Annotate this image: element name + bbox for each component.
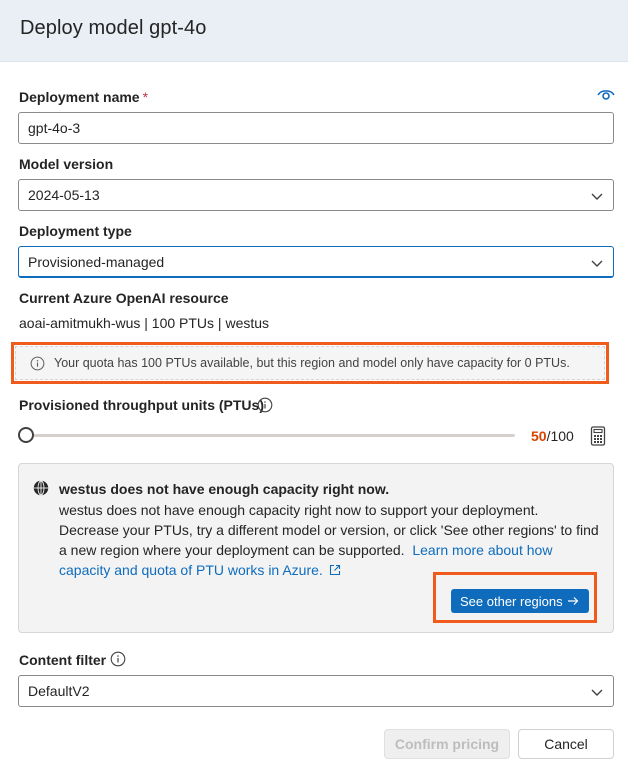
ptu-label: Provisioned throughput units (PTUs) (19, 397, 264, 413)
deployment-name-label: Deployment name * (19, 89, 148, 105)
external-link-icon[interactable] (329, 564, 341, 576)
cancel-button[interactable]: Cancel (518, 729, 614, 759)
chevron-down-icon (591, 260, 603, 267)
deployment-name-input[interactable]: gpt-4o-3 (18, 112, 614, 144)
deployment-type-label: Deployment type (19, 223, 132, 239)
see-regions-highlight-outline (433, 572, 597, 623)
globe-icon (33, 480, 49, 496)
deployment-type-select[interactable]: Provisioned-managed (18, 246, 614, 278)
info-icon[interactable] (257, 397, 273, 413)
confirm-pricing-button[interactable]: Confirm pricing (384, 729, 510, 759)
model-version-value: 2024-05-13 (28, 187, 100, 203)
content-filter-select[interactable]: DefaultV2 (18, 675, 614, 707)
ptu-slider-track[interactable] (26, 434, 515, 437)
capacity-warning-title: westus does not have enough capacity rig… (59, 481, 390, 497)
content-filter-value: DefaultV2 (28, 683, 90, 699)
model-version-select[interactable]: 2024-05-13 (18, 179, 614, 211)
deployment-name-value: gpt-4o-3 (28, 120, 81, 136)
ptu-current: 50 (531, 428, 547, 444)
resource-label: Current Azure OpenAI resource (19, 290, 229, 306)
ptu-slider-thumb[interactable] (18, 427, 34, 443)
eye-icon[interactable] (597, 88, 615, 102)
required-mark: * (142, 89, 149, 105)
ptu-max: /100 (546, 428, 574, 444)
deployment-name-label-text: Deployment name (19, 89, 140, 105)
chevron-down-icon (591, 193, 603, 200)
info-icon[interactable] (110, 651, 126, 667)
model-version-label: Model version (19, 156, 114, 172)
deployment-type-value: Provisioned-managed (28, 254, 165, 270)
dialog-header: Deploy model gpt-4o (0, 0, 628, 62)
calculator-icon[interactable] (590, 426, 606, 446)
dialog-title: Deploy model gpt-4o (20, 17, 207, 39)
quota-highlight-outline (11, 342, 609, 384)
resource-value: aoai-amitmukh-wus | 100 PTUs | westus (19, 315, 270, 331)
content-filter-label: Content filter (19, 652, 107, 668)
chevron-down-icon (591, 689, 603, 696)
ptu-value: 50/100 (531, 428, 574, 444)
capacity-warning-body: westus does not have enough capacity rig… (59, 500, 599, 580)
